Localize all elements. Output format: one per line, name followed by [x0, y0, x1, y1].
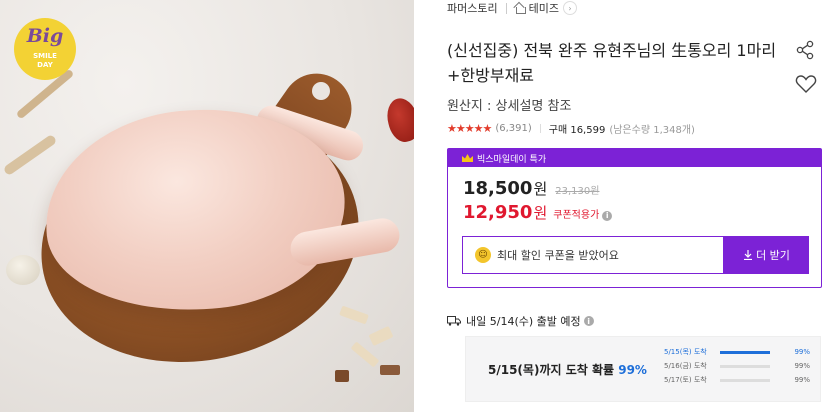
product-image[interactable]: Big SMILE DAY	[0, 0, 414, 412]
home-icon	[515, 3, 526, 14]
arrival-pct: 99%	[794, 348, 810, 356]
store-link[interactable]: 파머스토리	[447, 0, 498, 16]
shipping-label: 내일 5/14(수) 출발 예정	[466, 315, 581, 328]
info-icon[interactable]: i	[602, 210, 613, 221]
purchase-count: 구매 16,599	[548, 125, 606, 136]
arrival-summary: 5/15(목)까지 도착 확률 99%	[488, 363, 647, 377]
deal-header: 빅스마일데이 특가	[448, 149, 821, 167]
garlic-bulb	[6, 255, 40, 285]
board-handle-hole	[312, 82, 330, 100]
product-info-panel: 파머스토리 테미즈 › (신선집중) 전북 완주 유현주님의 生통오리 1마리+…	[447, 0, 835, 412]
coupon-price-unit: 원	[533, 204, 548, 222]
arrival-summary-pct: 99%	[618, 363, 647, 377]
category-link[interactable]: 테미즈	[529, 0, 559, 16]
share-icon[interactable]	[795, 40, 815, 60]
stock-count: (남은수량 1,348개)	[609, 125, 695, 136]
arrival-date: 5/16(금) 도착	[664, 362, 707, 370]
dried-chili	[382, 94, 414, 146]
original-price: 23,130원	[555, 186, 600, 197]
arrival-list: 5/15(목) 도착 99% 5/16(금) 도착 99% 5/17(토) 도착…	[664, 345, 814, 387]
arrival-probability-box: 5/15(목)까지 도착 확률 99% 5/15(목) 도착 99% 5/16(…	[465, 336, 821, 402]
deal-box: 빅스마일데이 특가 18,500 원 23,130원 12,950 원 쿠폰적용…	[447, 148, 822, 288]
review-meta: ★★★★★ (6,391) 구매 16,599 (남은수량 1,348개)	[447, 121, 695, 136]
arrival-row: 5/17(토) 도착 99%	[664, 373, 814, 387]
arrival-pct: 99%	[794, 362, 810, 370]
review-count-link[interactable]: (6,391)	[495, 123, 531, 134]
get-more-coupons-button[interactable]: 더 받기	[724, 236, 809, 274]
smile-icon: ☺	[475, 247, 491, 263]
herb-root	[2, 133, 58, 177]
heart-icon[interactable]	[795, 74, 817, 94]
arrival-date: 5/17(토) 도착	[664, 376, 707, 384]
sale-price: 18,500	[463, 178, 533, 199]
shipping-info: 내일 5/14(수) 출발 예정 i	[447, 313, 594, 329]
breadcrumb: 파머스토리 테미즈 ›	[447, 0, 577, 16]
origin-text: 원산지 : 상세설명 참조	[447, 99, 572, 114]
arrival-bar	[720, 364, 770, 368]
sale-price-row: 18,500 원 23,130원	[463, 178, 599, 199]
coupon-price-label: 쿠폰적용가	[553, 210, 600, 221]
arrival-bar	[720, 378, 770, 382]
arrival-row: 5/15(목) 도착 99%	[664, 345, 814, 359]
product-title: (신선집중) 전북 완주 유현주님의 生통오리 1마리+한방부재료	[447, 41, 777, 85]
arrival-date: 5/15(목) 도착	[664, 348, 707, 356]
herb-chips	[330, 300, 410, 390]
badge-big-text: Big	[26, 25, 64, 47]
deal-header-label: 빅스마일데이 특가	[477, 154, 547, 165]
arrival-row: 5/16(금) 도착 99%	[664, 359, 814, 373]
sale-price-unit: 원	[533, 180, 548, 198]
coupon-status-box: ☺ 최대 할인 쿠폰을 받았어요	[462, 236, 724, 274]
info-icon[interactable]: i	[583, 316, 594, 326]
truck-icon	[447, 316, 461, 326]
divider	[539, 124, 541, 133]
divider	[505, 2, 507, 14]
badge-sub-text: SMILE DAY	[33, 52, 57, 69]
chevron-right-icon[interactable]: ›	[562, 1, 577, 15]
arrival-pct: 99%	[794, 376, 810, 384]
coupon-price-row: 12,950 원 쿠폰적용가 i	[463, 202, 613, 223]
coupon-price: 12,950	[463, 202, 533, 223]
big-smile-day-badge: Big SMILE DAY	[14, 18, 76, 80]
coupon-message: 최대 할인 쿠폰을 받았어요	[497, 249, 619, 262]
arrival-bar	[720, 350, 770, 354]
get-more-coupons-label: 더 받기	[756, 249, 790, 262]
crown-icon	[462, 154, 473, 162]
download-icon	[744, 250, 753, 260]
rating-stars: ★★★★★	[447, 122, 492, 135]
